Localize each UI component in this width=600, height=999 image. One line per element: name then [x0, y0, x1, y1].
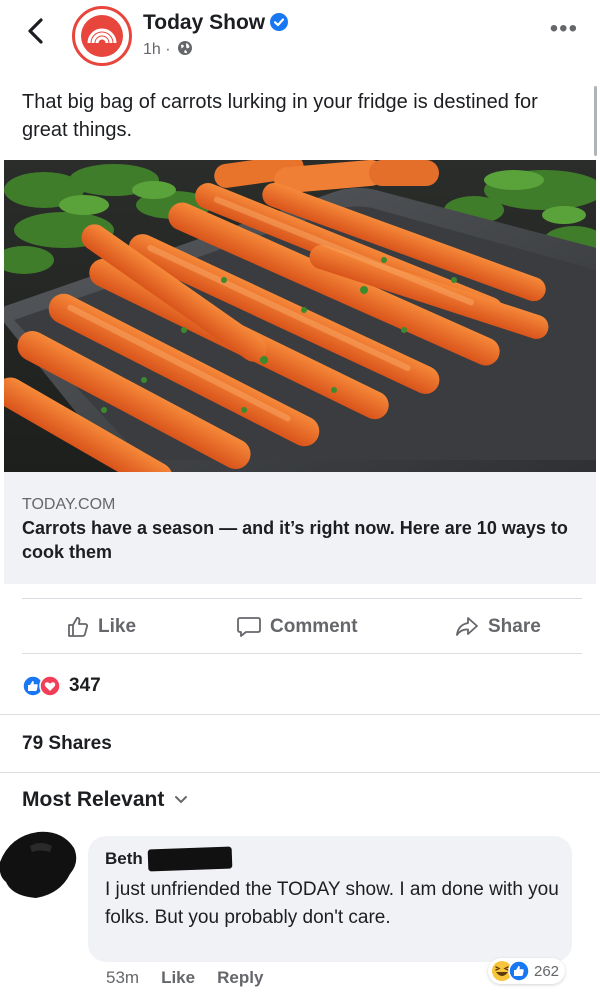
reaction-summary[interactable]: 347: [22, 672, 101, 700]
post-caption: That big bag of carrots lurking in your …: [22, 91, 538, 141]
comment-button[interactable]: Comment: [236, 599, 358, 655]
sort-label: Most Relevant: [22, 788, 165, 811]
action-bar: Like Comment Share: [22, 598, 582, 654]
more-icon[interactable]: •••: [550, 17, 578, 41]
globe-icon: [178, 41, 193, 55]
comment-reply-button[interactable]: Reply: [217, 968, 263, 988]
comment-like-button[interactable]: Like: [161, 968, 195, 988]
share-count[interactable]: 79 Shares: [22, 733, 112, 755]
comment-meta: 53m Like Reply: [106, 968, 263, 988]
share-icon: [456, 617, 478, 636]
comment-label: Comment: [270, 616, 358, 637]
love-reaction-icon: [39, 675, 61, 697]
reaction-count: 347: [69, 675, 101, 696]
like-icon: [68, 617, 88, 637]
page-avatar[interactable]: [72, 6, 132, 66]
back-icon[interactable]: [24, 16, 48, 46]
comment-icon: [237, 617, 261, 637]
post-timestamp[interactable]: 1h: [143, 41, 161, 58]
post-image[interactable]: [4, 160, 596, 472]
share-button[interactable]: Share: [454, 599, 541, 655]
comment-time[interactable]: 53m: [106, 968, 139, 988]
roasted-carrots-image: [4, 160, 596, 472]
comment-text: I just unfriended the TODAY show. I am d…: [105, 879, 559, 928]
post-header: Today Show 1h · •••: [0, 0, 600, 74]
meta-separator: ·: [165, 41, 171, 58]
page-name[interactable]: Today Show: [143, 11, 289, 35]
like-button[interactable]: Like: [66, 599, 136, 655]
comment-sort-dropdown[interactable]: Most Relevant: [22, 788, 188, 812]
comment-bubble: Beth I just unfriended the TODAY show. I…: [88, 836, 572, 962]
post-meta: 1h ·: [143, 40, 193, 59]
comment-reaction-count: 262: [534, 962, 560, 980]
like-reaction-icon: [508, 960, 530, 982]
page-name-text[interactable]: Today Show: [143, 11, 265, 34]
commenter-avatar[interactable]: [0, 822, 80, 900]
today-logo: [81, 15, 123, 57]
comment-reactions[interactable]: 262: [488, 958, 566, 984]
link-preview[interactable]: TODAY.COM Carrots have a season — and it…: [4, 472, 596, 584]
redaction-bar: [147, 846, 233, 872]
divider: [0, 772, 600, 773]
comment-author[interactable]: Beth: [105, 849, 143, 869]
chevron-down-icon: [175, 796, 188, 804]
link-title[interactable]: Carrots have a season — and it’s right n…: [22, 516, 582, 564]
scrollbar[interactable]: [594, 86, 597, 156]
link-domain: TODAY.COM: [22, 496, 116, 513]
share-label: Share: [488, 616, 541, 637]
like-label: Like: [98, 616, 137, 637]
divider: [0, 714, 600, 715]
verified-icon: [270, 13, 289, 31]
